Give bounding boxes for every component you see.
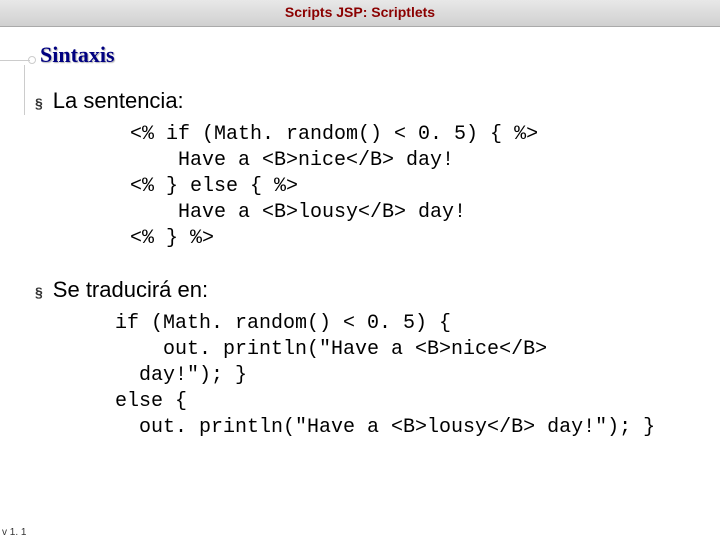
header-title: Scripts JSP: Scriptlets — [285, 4, 435, 20]
bullet-item-2: § Se traducirá en: — [35, 277, 700, 303]
content-area: § La sentencia: <% if (Math. random() < … — [0, 88, 720, 441]
decoration-line — [0, 60, 30, 61]
decoration-vertical — [24, 65, 25, 115]
decoration-circle — [28, 56, 36, 64]
bullet-item-1: § La sentencia: — [35, 88, 700, 114]
code-block-jsp: <% if (Math. random() < 0. 5) { %> Have … — [130, 122, 700, 252]
bullet-text-1: La sentencia: — [53, 88, 184, 114]
bullet-text-2: Se traducirá en: — [53, 277, 208, 303]
bullet-marker: § — [35, 95, 43, 111]
version-label: v 1. 1 — [2, 527, 26, 538]
bullet-marker: § — [35, 284, 43, 300]
slide-header: Scripts JSP: Scriptlets — [0, 0, 720, 27]
code-block-java: if (Math. random() < 0. 5) { out. printl… — [115, 311, 700, 441]
section-heading: Sintaxis — [40, 42, 720, 68]
